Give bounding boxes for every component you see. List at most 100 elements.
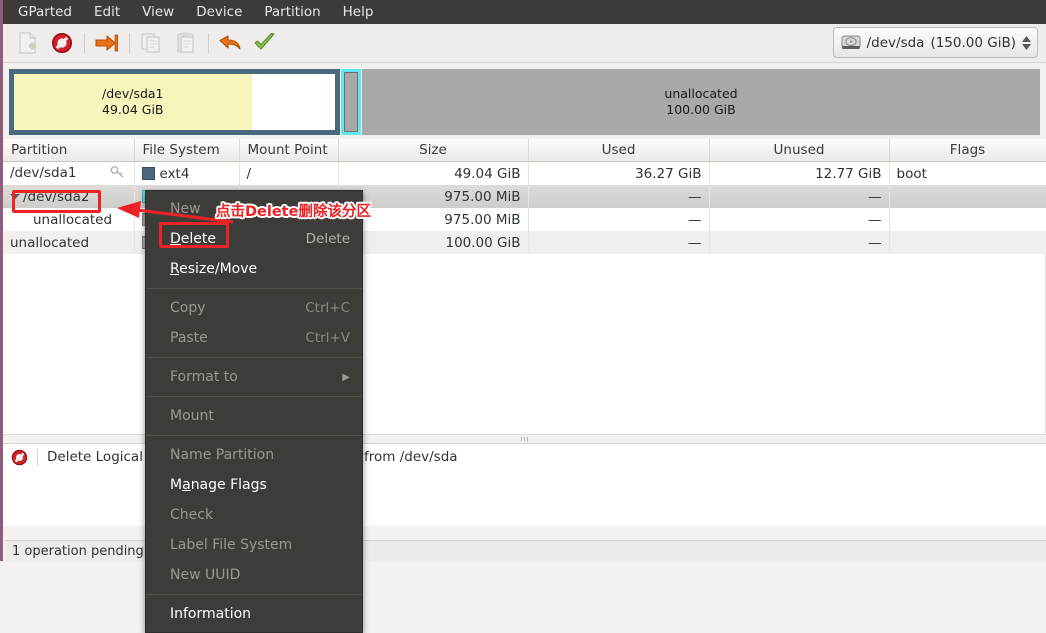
disk-partition-unallocated-name: unallocated: [664, 86, 738, 101]
disk-partition-sda2-selected[interactable]: [341, 69, 361, 135]
delete-partition-button[interactable]: [45, 27, 79, 59]
cell-flags: [889, 208, 1046, 231]
menu-item-view[interactable]: View: [131, 1, 185, 23]
context-menu-item-copy-label: Copy: [170, 300, 206, 316]
row-filesystem-label: ext4: [159, 165, 190, 182]
context-menu-item-new-uuid[interactable]: New UUID: [146, 560, 362, 590]
row-partition-label: /dev/sda2: [23, 188, 90, 205]
undo-arrow-icon: [219, 35, 241, 50]
apply-check-icon: [254, 32, 275, 50]
menu-item-gparted[interactable]: GParted: [9, 1, 83, 23]
context-menu-item-manage-flags[interactable]: Manage Flags: [146, 470, 362, 500]
column-header-partition[interactable]: Partition: [3, 139, 135, 162]
context-menu-item-resize-move-label: Resize/Move: [170, 261, 258, 277]
resize-arrow-icon: [95, 34, 118, 52]
context-menu-item-mount[interactable]: Mount: [146, 401, 362, 431]
context-menu-separator: [146, 357, 362, 358]
column-header-unused[interactable]: Unused: [709, 139, 890, 162]
cell-size: 100.00 GiB: [338, 231, 529, 254]
column-header-used[interactable]: Used: [528, 139, 710, 162]
context-menu-item-label-file-system-label: Label File System: [170, 537, 293, 553]
pending-operation-divider: [37, 448, 38, 466]
table-row[interactable]: /dev/sda1 ext4 / 49.04 GiB 36.27 GiB 12.…: [3, 161, 1046, 185]
context-menu-item-format-to[interactable]: Format to ▶: [146, 362, 362, 392]
context-menu-item-copy[interactable]: Copy Ctrl+C: [146, 293, 362, 323]
menu-bar: GParted Edit View Device Partition Help: [3, 0, 1046, 24]
gparted-window: GParted Edit View Device Partition Help: [0, 0, 1046, 633]
column-header-file-system[interactable]: File System: [134, 139, 240, 162]
cell-flags: [889, 231, 1046, 254]
context-menu-item-delete-label: Delete: [170, 231, 216, 247]
context-menu-item-information-label: Information: [170, 606, 252, 622]
context-menu-item-new-uuid-label: New UUID: [170, 567, 241, 583]
context-menu-item-paste-label: Paste: [170, 330, 208, 346]
delete-prohibition-icon: [52, 33, 72, 53]
column-header-mount-point[interactable]: Mount Point: [239, 139, 339, 162]
cell-used: —: [528, 231, 710, 254]
resize-move-button[interactable]: [90, 27, 124, 59]
cell-partition: /dev/sda1: [3, 161, 135, 185]
menu-item-partition[interactable]: Partition: [253, 1, 331, 23]
context-menu-item-check[interactable]: Check: [146, 500, 362, 530]
column-header-flags[interactable]: Flags: [889, 139, 1046, 162]
pending-operation-text-end: from /dev/sda: [364, 449, 458, 465]
context-menu-separator: [146, 594, 362, 595]
column-header-size[interactable]: Size: [338, 139, 529, 162]
paste-button[interactable]: [169, 27, 203, 59]
copy-button[interactable]: [135, 27, 169, 59]
toolbar: /dev/sda (150.00 GiB): [3, 24, 1046, 63]
context-menu-item-paste[interactable]: Paste Ctrl+V: [146, 323, 362, 353]
menu-item-device[interactable]: Device: [185, 1, 253, 23]
context-menu-item-check-label: Check: [170, 507, 214, 523]
chevron-down-icon: [1022, 43, 1031, 50]
undo-button[interactable]: [214, 27, 248, 59]
new-partition-button[interactable]: [11, 27, 45, 59]
paste-icon: [177, 32, 194, 53]
cell-used: —: [528, 185, 710, 208]
new-document-icon: [19, 32, 36, 54]
cell-mount-point: /: [239, 161, 339, 185]
context-menu-item-name-partition[interactable]: Name Partition: [146, 440, 362, 470]
annotation-text: 点击Delete删除该分区: [216, 204, 371, 220]
cell-unused: —: [709, 208, 890, 231]
toolbar-separator: [84, 33, 85, 53]
disk-partition-unallocated-size: 100.00 GiB: [666, 102, 736, 117]
context-menu-item-manage-flags-label: Manage Flags: [170, 477, 267, 493]
context-menu-item-mount-label: Mount: [170, 408, 214, 424]
cell-partition: unallocated: [3, 208, 135, 231]
disk-partition-unallocated[interactable]: unallocated 100.00 GiB: [362, 69, 1040, 135]
cell-partition: /dev/sda2: [3, 185, 135, 208]
cell-used: —: [528, 208, 710, 231]
toolbar-separator: [129, 33, 130, 53]
device-selector-spinner[interactable]: [1022, 35, 1031, 50]
apply-button[interactable]: [248, 27, 282, 59]
filesystem-color-swatch: [141, 166, 155, 180]
cell-used: 36.27 GiB: [528, 161, 710, 185]
key-icon: [110, 165, 125, 183]
context-menu-separator: [146, 435, 362, 436]
device-selector[interactable]: /dev/sda (150.00 GiB): [832, 27, 1038, 58]
menu-item-edit[interactable]: Edit: [83, 1, 131, 23]
row-partition-label: /dev/sda1: [10, 164, 77, 181]
cell-unused: —: [709, 185, 890, 208]
context-menu-item-paste-accel: Ctrl+V: [305, 330, 350, 346]
cell-flags: [889, 185, 1046, 208]
context-menu-item-label-file-system[interactable]: Label File System: [146, 530, 362, 560]
disk-partition-sda1[interactable]: /dev/sda1 49.04 GiB: [9, 69, 340, 135]
context-menu-separator: [146, 288, 362, 289]
context-menu-item-delete[interactable]: Delete Delete: [146, 224, 362, 254]
cell-flags: boot: [889, 161, 1046, 185]
context-menu-item-delete-accel: Delete: [305, 231, 350, 247]
context-menu-item-resize-move[interactable]: Resize/Move: [146, 254, 362, 284]
device-selector-device: /dev/sda: [866, 34, 925, 51]
cell-size: 49.04 GiB: [338, 161, 529, 185]
row-expander-icon[interactable]: [10, 193, 20, 199]
partition-context-menu: New Delete Delete Resize/Move Copy Ctrl+…: [145, 190, 363, 633]
table-header-row: Partition File System Mount Point Size U…: [3, 139, 1046, 162]
device-selector-size: (150.00 GiB): [930, 34, 1016, 51]
context-menu-item-new-label: New: [170, 201, 201, 217]
context-menu-item-format-to-label: Format to: [170, 369, 238, 385]
context-menu-item-information[interactable]: Information: [146, 599, 362, 629]
menu-item-help[interactable]: Help: [332, 1, 385, 23]
cell-partition: unallocated: [3, 231, 135, 254]
